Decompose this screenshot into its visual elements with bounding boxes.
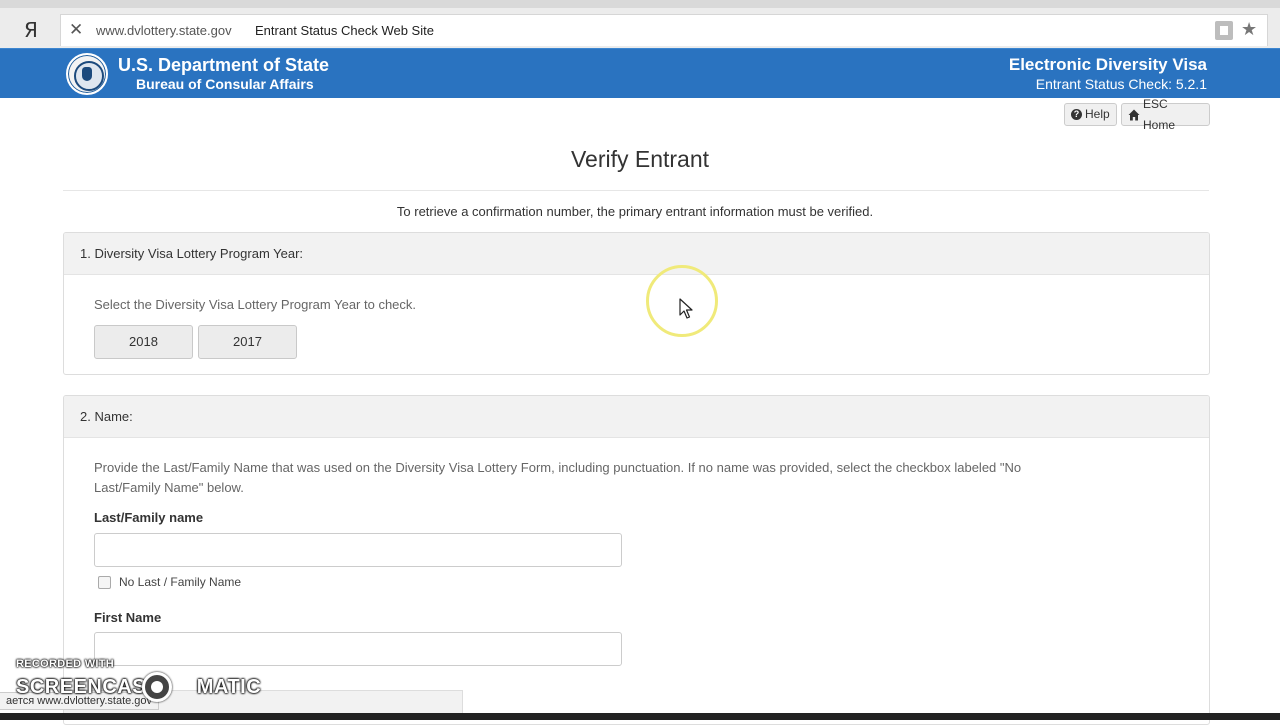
recorder-watermark-word1: SCREENCAST	[16, 676, 159, 698]
esc-home-button[interactable]: ESC Home	[1121, 97, 1210, 132]
app-title: Electronic Diversity Visa	[1008, 55, 1207, 74]
yandex-logo-icon[interactable]: Я	[24, 18, 38, 42]
year-2017-button[interactable]: 2017	[198, 325, 297, 359]
arrow-cursor-icon	[679, 298, 693, 319]
no-last-name-checkbox-row[interactable]: No Last / Family Name	[98, 575, 241, 589]
screen-bottom-edge	[0, 713, 1280, 720]
first-name-label: First Name	[94, 610, 162, 625]
lock-icon[interactable]	[1215, 21, 1233, 40]
program-year-instruction: Select the Diversity Visa Lottery Progra…	[94, 297, 417, 312]
recorder-logo-icon	[142, 672, 172, 702]
program-year-panel: 1. Diversity Visa Lottery Program Year: …	[63, 232, 1210, 375]
close-icon[interactable]: ✕	[69, 20, 83, 40]
year-2018-button[interactable]: 2018	[94, 325, 193, 359]
question-circle-icon: ?	[1071, 109, 1082, 120]
home-icon	[1128, 109, 1140, 120]
browser-tab-strip	[0, 0, 1280, 8]
bookmark-star-icon[interactable]: ★	[1241, 18, 1257, 40]
browser-toolbar: Я ✕ www.dvlottery.state.gov Entrant Stat…	[0, 0, 1280, 48]
name-instruction-line2: Last/Family Name" below.	[94, 480, 244, 495]
site-header: U.S. Department of State Bureau of Consu…	[0, 48, 1280, 98]
divider	[63, 190, 1209, 191]
recorder-watermark-small: RECORDED WITH	[16, 658, 115, 670]
page-title: Verify Entrant	[570, 146, 710, 172]
esc-home-label: ESC Home	[1143, 96, 1176, 132]
intro-text: To retrieve a confirmation number, the p…	[396, 204, 874, 219]
no-last-name-label[interactable]: No Last / Family Name	[119, 575, 241, 589]
url-domain[interactable]: www.dvlottery.state.gov	[96, 23, 232, 39]
help-button-label: Help	[1085, 107, 1110, 121]
bureau-name: Bureau of Consular Affairs	[136, 76, 314, 92]
recorder-watermark-big: SCREENCAST MATIC	[16, 676, 261, 698]
page-title-in-address-bar[interactable]: Entrant Status Check Web Site	[255, 23, 434, 39]
help-button[interactable]: ? Help	[1064, 103, 1117, 126]
last-name-label: Last/Family name	[94, 510, 204, 525]
name-heading: 2. Name:	[64, 396, 1209, 438]
program-year-heading: 1. Diversity Visa Lottery Program Year:	[64, 233, 1209, 275]
department-name: U.S. Department of State	[118, 55, 330, 75]
department-seal-icon	[66, 53, 108, 95]
app-version: Entrant Status Check: 5.2.1	[1035, 76, 1207, 92]
no-last-name-checkbox[interactable]	[98, 575, 111, 589]
recorder-watermark-word2: MATIC	[196, 676, 262, 698]
address-bar[interactable]: ✕ www.dvlottery.state.gov Entrant Status…	[60, 14, 1268, 46]
last-name-field[interactable]	[94, 533, 622, 567]
name-instruction-line1: Provide the Last/Family Name that was us…	[94, 460, 1022, 475]
first-name-field[interactable]	[94, 632, 622, 666]
